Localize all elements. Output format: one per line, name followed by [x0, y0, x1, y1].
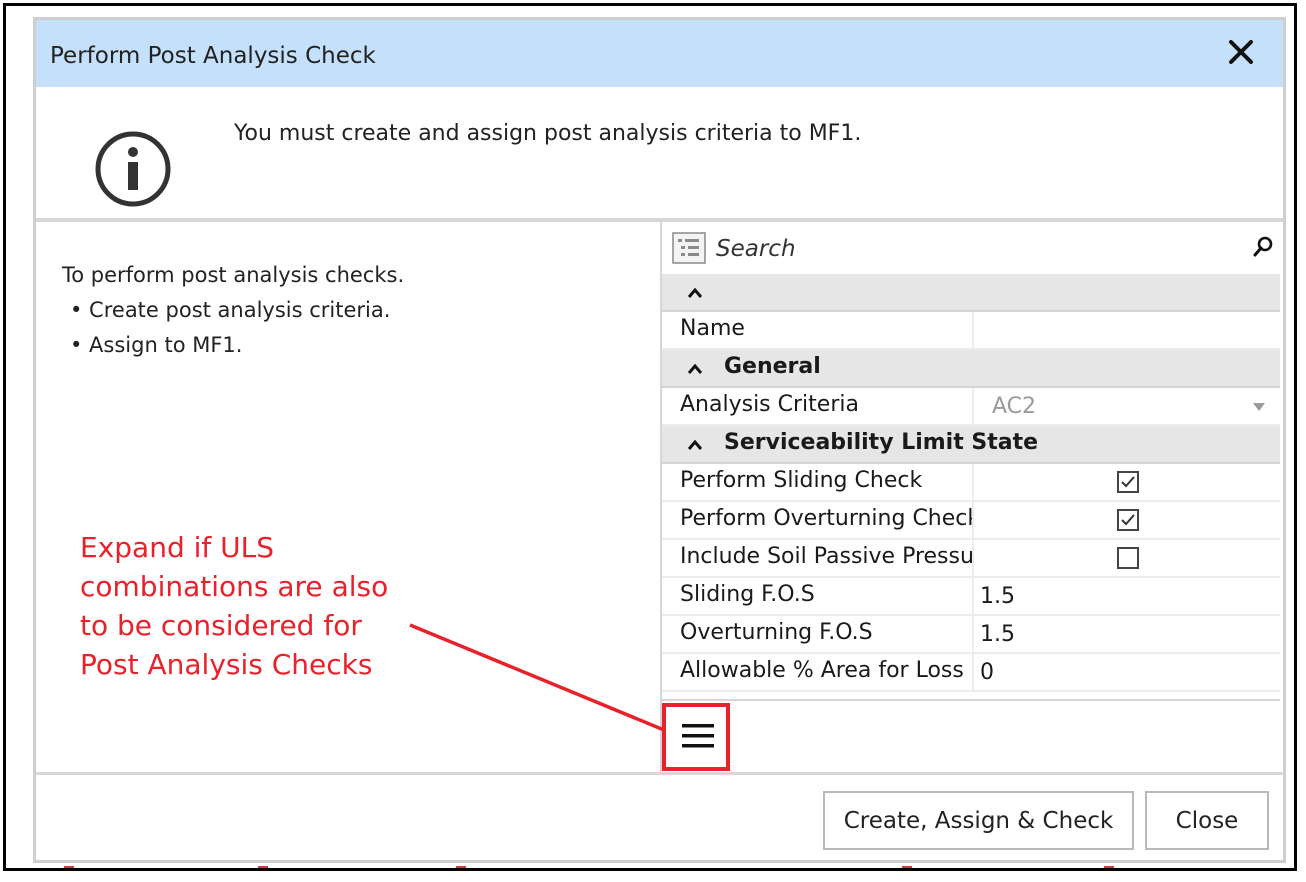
property-value[interactable]: 1.5: [980, 584, 1015, 609]
message-area: You must create and assign post analysis…: [36, 87, 1283, 218]
checkmark-icon: [1121, 514, 1135, 526]
chevron-up-icon[interactable]: [688, 364, 702, 374]
instruction-step: • Assign to MF1.: [70, 333, 243, 357]
property-value[interactable]: 1.5: [980, 622, 1015, 647]
property-name: Allowable % Area for Loss of Contact: [680, 658, 974, 683]
property-row-allowable-area[interactable]: Allowable % Area for Loss of Contact 0: [662, 654, 1280, 692]
property-name: Overturning F.O.S: [680, 620, 873, 645]
grid-search-row: [662, 222, 1280, 275]
overturning-check-checkbox[interactable]: [1117, 509, 1139, 531]
property-row-sliding-fos[interactable]: Sliding F.O.S 1.5: [662, 578, 1280, 616]
property-row-sliding-check[interactable]: Perform Sliding Check: [662, 464, 1280, 502]
search-icon[interactable]: [1252, 236, 1274, 258]
property-name: Include Soil Passive Pressure: [680, 544, 974, 569]
property-name: Sliding F.O.S: [680, 582, 815, 607]
expand-menu-button[interactable]: [662, 703, 730, 771]
column-divider: [972, 502, 974, 538]
edge-tick: [456, 866, 466, 868]
annotation-line: Expand if ULS: [80, 531, 275, 564]
category-row-general[interactable]: General: [662, 350, 1280, 388]
property-name: Perform Overturning Check: [680, 506, 974, 531]
annotation-line: Post Analysis Checks: [80, 648, 373, 681]
column-divider: [972, 654, 974, 690]
property-value[interactable]: 0: [980, 660, 994, 685]
property-name: Name: [680, 316, 745, 341]
annotation-line: combinations are also: [80, 570, 389, 603]
property-row-name[interactable]: Name: [662, 312, 1280, 350]
chevron-up-icon[interactable]: [688, 288, 702, 298]
edge-tick: [902, 866, 912, 868]
edge-tick: [64, 866, 74, 868]
close-icon[interactable]: [1221, 32, 1261, 72]
sliding-check-checkbox[interactable]: [1117, 471, 1139, 493]
annotation-note: Expand if ULS combinations are also to b…: [80, 528, 430, 684]
property-name: Perform Sliding Check: [680, 468, 923, 493]
property-name: Analysis Criteria: [680, 392, 859, 417]
dialog-title: Perform Post Analysis Check: [50, 43, 376, 69]
instructions: To perform post analysis checks. • Creat…: [62, 258, 404, 363]
category-label: General: [724, 354, 821, 379]
checkmark-icon: [1121, 476, 1135, 488]
analysis-criteria-dropdown[interactable]: AC2: [992, 394, 1036, 419]
soil-passive-pressure-checkbox[interactable]: [1117, 547, 1139, 569]
property-grid: Name General Analysis Criteria AC2 Servi…: [660, 222, 1280, 775]
close-button[interactable]: Close: [1145, 791, 1269, 850]
column-divider: [972, 464, 974, 500]
column-divider: [972, 616, 974, 652]
property-row-soil-passive-pressure[interactable]: Include Soil Passive Pressure: [662, 540, 1280, 578]
instructions-heading: To perform post analysis checks.: [62, 263, 405, 287]
search-input[interactable]: [714, 232, 1188, 266]
info-circle-icon: [95, 131, 171, 207]
edge-tick: [1104, 866, 1114, 868]
grid-rows: Name General Analysis Criteria AC2 Servi…: [662, 274, 1280, 699]
hamburger-menu-icon: [682, 724, 714, 748]
column-divider: [972, 578, 974, 614]
edge-tick: [258, 866, 268, 868]
column-divider: [972, 540, 974, 576]
dialog-message: You must create and assign post analysis…: [234, 121, 862, 146]
property-row-overturning-fos[interactable]: Overturning F.O.S 1.5: [662, 616, 1280, 654]
property-row-analysis-criteria[interactable]: Analysis Criteria AC2: [662, 388, 1280, 426]
property-row-overturning-check[interactable]: Perform Overturning Check: [662, 502, 1280, 540]
property-list-icon[interactable]: [672, 232, 706, 264]
grid-footer: [662, 699, 1280, 775]
column-divider: [972, 312, 974, 348]
dialog-titlebar: Perform Post Analysis Check: [36, 20, 1283, 87]
post-analysis-dialog: Perform Post Analysis Check You must cre…: [33, 17, 1286, 863]
chevron-up-icon[interactable]: [688, 440, 702, 450]
column-divider: [972, 388, 974, 424]
dropdown-arrow-icon[interactable]: [1252, 402, 1266, 412]
annotation-line: to be considered for: [80, 609, 362, 642]
divider: [36, 772, 1283, 775]
category-label: Serviceability Limit State: [724, 430, 1039, 455]
instruction-step: • Create post analysis criteria.: [70, 298, 391, 322]
category-row-serviceability[interactable]: Serviceability Limit State: [662, 426, 1280, 464]
create-assign-check-button[interactable]: Create, Assign & Check: [823, 791, 1134, 850]
category-row-untitled[interactable]: [662, 274, 1280, 312]
